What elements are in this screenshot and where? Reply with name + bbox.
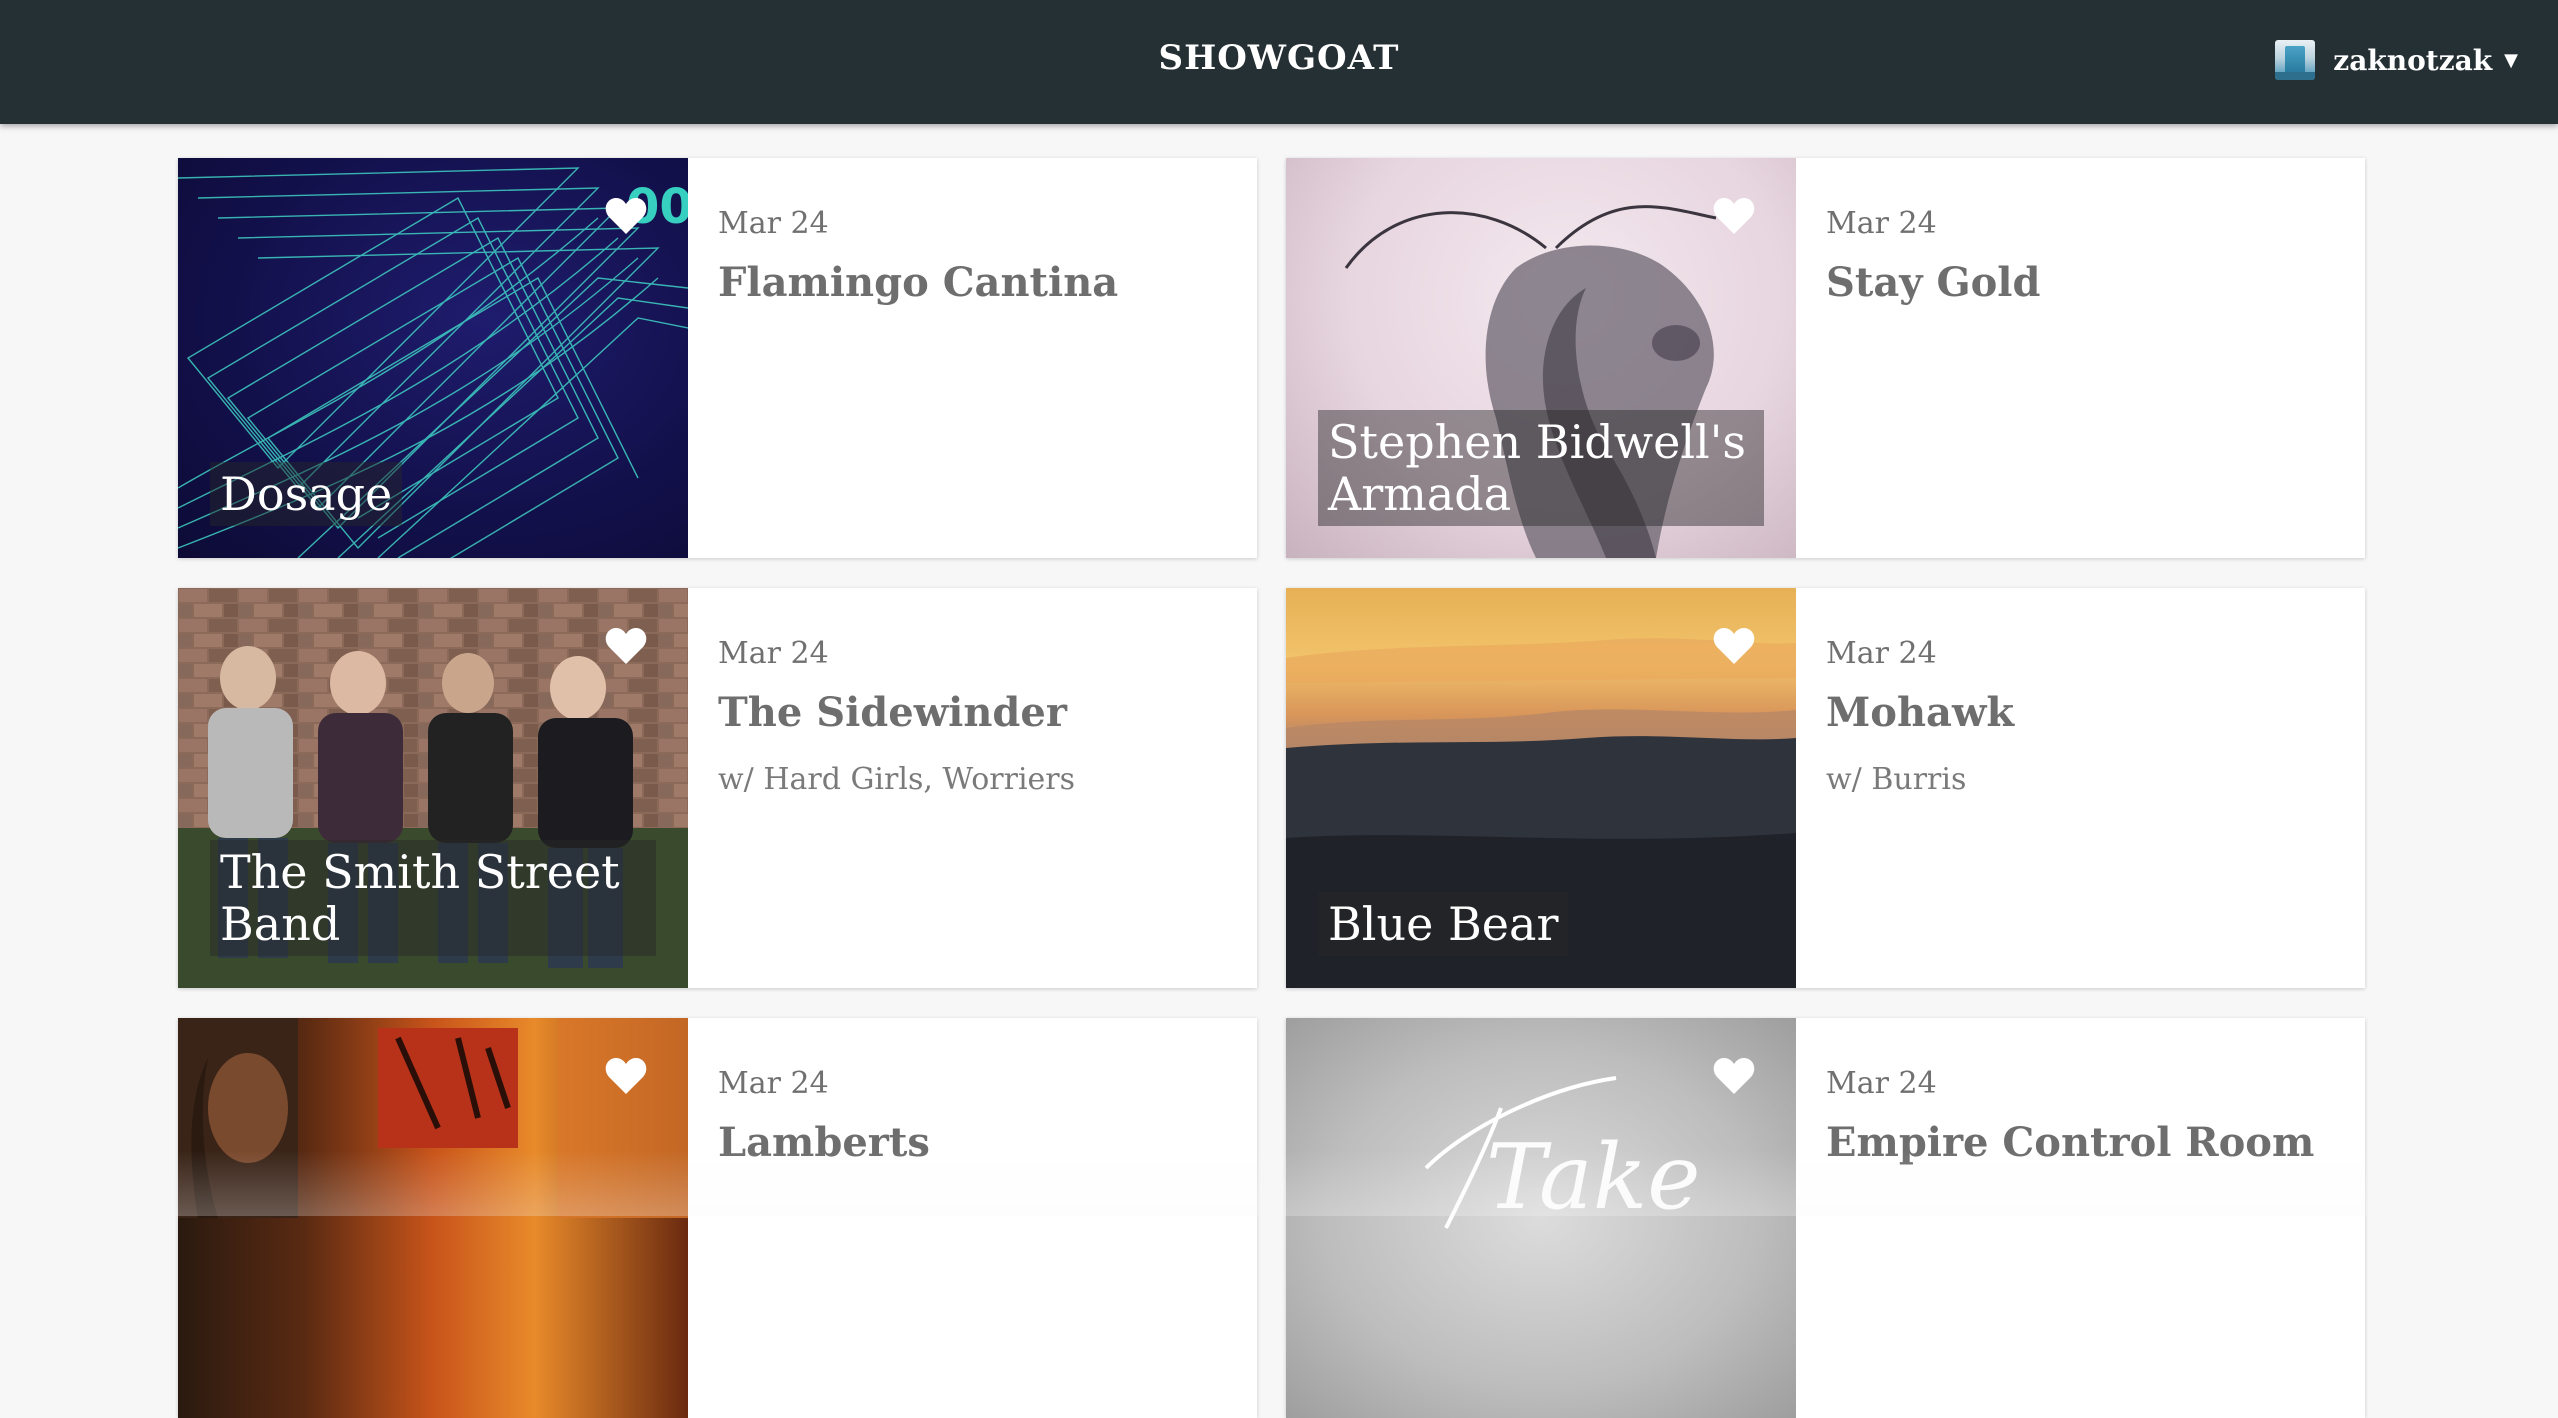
supporting-acts: w/ Burris [1826, 762, 1967, 797]
band-name: Dosage [210, 462, 403, 526]
heart-icon[interactable] [604, 196, 648, 236]
heart-icon[interactable] [1712, 626, 1756, 666]
show-image: 003 Dosage [178, 158, 688, 558]
show-card[interactable]: 003 Dosage Mar 24 Flamingo Cantina [178, 158, 1257, 558]
heart-icon[interactable] [604, 626, 648, 666]
venue-name[interactable]: Lamberts [718, 1119, 1227, 1166]
show-date: Mar 24 [1826, 206, 1937, 241]
show-info: Mar 24 Stay Gold [1826, 206, 2335, 306]
top-bar: SHOWGOAT zaknotzak ▼ [0, 0, 2558, 124]
band-name: The Smith Street Band [210, 840, 656, 956]
show-image: Take [1286, 1018, 1796, 1418]
heart-icon[interactable] [1712, 196, 1756, 236]
venue-name[interactable]: Mohawk [1826, 689, 2335, 736]
show-info: Mar 24 Flamingo Cantina [718, 206, 1227, 306]
show-card[interactable]: Blue Bear Mar 24 Mohawk w/ Burris [1286, 588, 2365, 988]
venue-name[interactable]: Stay Gold [1826, 259, 2335, 306]
show-info: Mar 24 Empire Control Room [1826, 1066, 2335, 1166]
avatar [2275, 40, 2316, 80]
heart-icon[interactable] [1712, 1056, 1756, 1096]
show-card[interactable]: Mar 24 Lamberts [178, 1018, 1257, 1418]
show-date: Mar 24 [1826, 636, 1937, 671]
show-image: Blue Bear [1286, 588, 1796, 988]
show-info: Mar 24 The Sidewinder w/ Hard Girls, Wor… [718, 636, 1227, 797]
caret-down-icon: ▼ [2504, 49, 2518, 71]
user-menu[interactable]: zaknotzak ▼ [2275, 38, 2518, 82]
venue-name[interactable]: Flamingo Cantina [718, 259, 1227, 306]
show-date: Mar 24 [1826, 1066, 1937, 1101]
heart-icon[interactable] [604, 1056, 648, 1096]
supporting-acts: w/ Hard Girls, Worriers [718, 762, 1076, 797]
venue-name[interactable]: The Sidewinder [718, 689, 1227, 736]
show-card[interactable]: The Smith Street Band Mar 24 The Sidewin… [178, 588, 1257, 988]
show-date: Mar 24 [718, 206, 829, 241]
show-image: Stephen Bidwell's Armada [1286, 158, 1796, 558]
art-script-text: Take [1486, 1125, 1701, 1230]
show-info: Mar 24 Mohawk w/ Burris [1826, 636, 2335, 797]
show-card[interactable]: Take Mar 24 Empire Control Room [1286, 1018, 2365, 1418]
show-info: Mar 24 Lamberts [718, 1066, 1227, 1166]
show-card[interactable]: Stephen Bidwell's Armada Mar 24 Stay Gol… [1286, 158, 2365, 558]
show-date: Mar 24 [718, 1066, 829, 1101]
show-image: The Smith Street Band [178, 588, 688, 988]
show-date: Mar 24 [718, 636, 829, 671]
band-name: Blue Bear [1318, 892, 1569, 956]
band-name: Stephen Bidwell's Armada [1318, 410, 1764, 526]
show-image [178, 1018, 688, 1418]
username: zaknotzak [2333, 43, 2493, 77]
app-title[interactable]: SHOWGOAT [0, 38, 2558, 78]
venue-name[interactable]: Empire Control Room [1826, 1119, 2335, 1166]
